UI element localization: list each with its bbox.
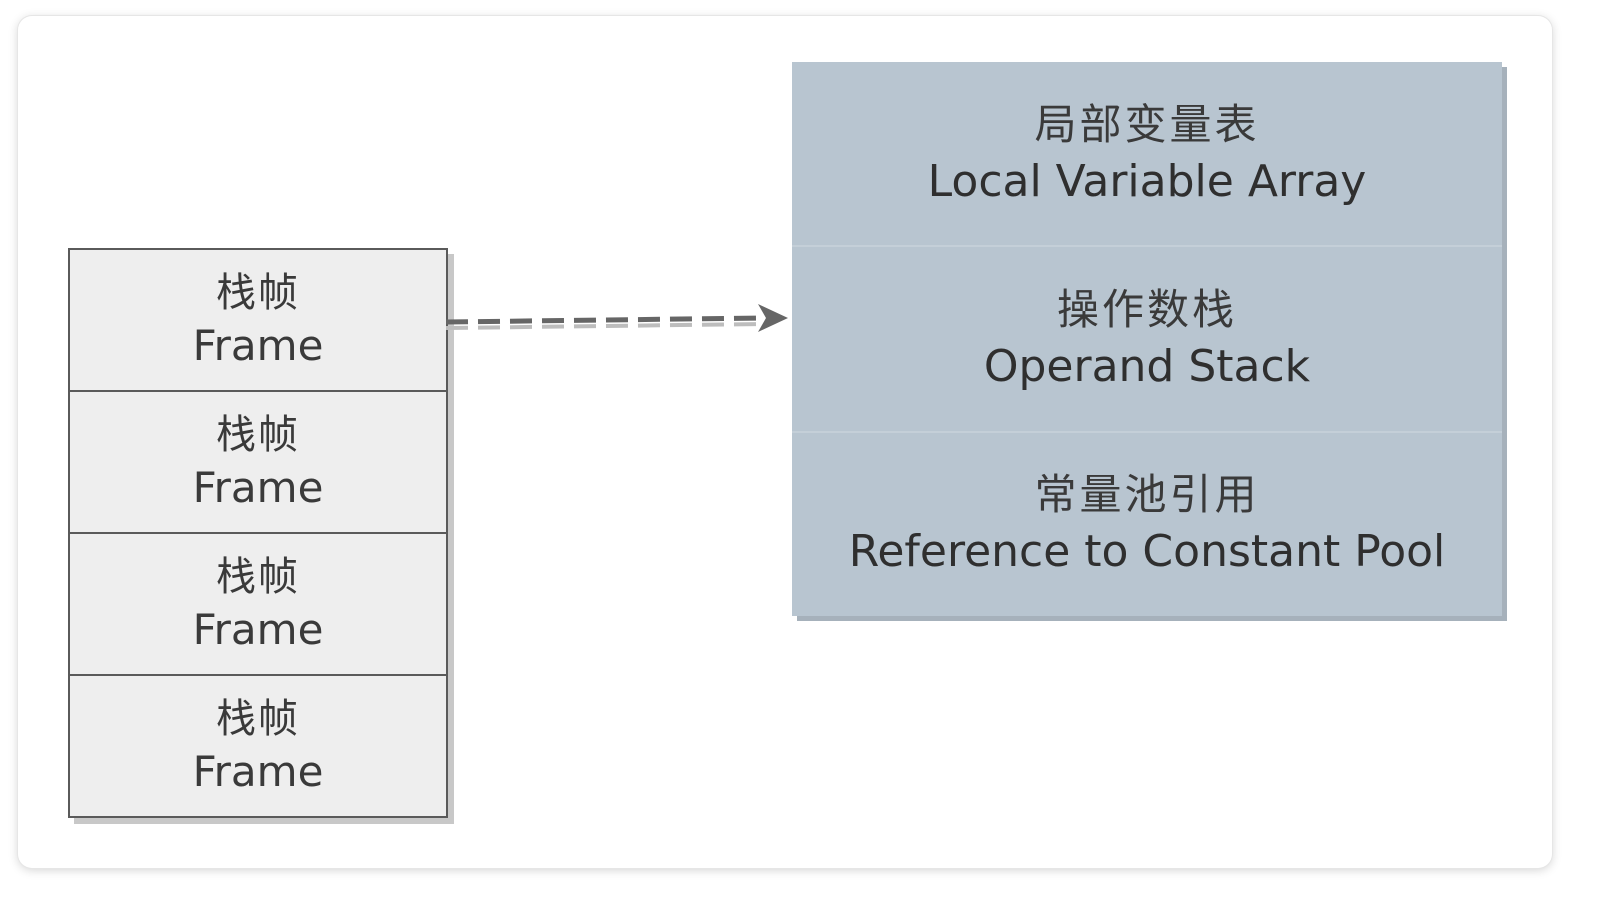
section-label-zh: 局部变量表	[1034, 99, 1260, 149]
dashed-line	[446, 315, 765, 325]
frame-label-en: Frame	[192, 463, 324, 512]
frame-label-en: Frame	[192, 605, 324, 654]
section-label-zh: 操作数栈	[1056, 284, 1237, 334]
constant-pool-reference-section: 常量池引用 Reference to Constant Pool	[792, 430, 1502, 616]
stack-frame-1: 栈帧 Frame	[68, 248, 448, 392]
local-variable-array-section: 局部变量表 Local Variable Array	[792, 62, 1502, 245]
frame-label-en: Frame	[192, 321, 324, 370]
stack-frame-4: 栈帧 Frame	[68, 674, 448, 818]
frame-label-zh: 栈帧	[216, 412, 300, 458]
arrowhead-icon	[758, 304, 788, 332]
stack-frame-3: 栈帧 Frame	[68, 532, 448, 676]
section-label-en: Operand Stack	[983, 340, 1311, 392]
operand-stack-section: 操作数栈 Operand Stack	[792, 245, 1502, 430]
section-label-en: Reference to Constant Pool	[848, 526, 1446, 578]
frame-label-en: Frame	[192, 747, 324, 796]
frame-label-zh: 栈帧	[216, 696, 300, 742]
frame-stack: 栈帧 Frame 栈帧 Frame 栈帧 Frame 栈帧 Frame	[68, 248, 448, 818]
dashed-line-shadow	[446, 322, 765, 330]
frame-label-zh: 栈帧	[216, 270, 300, 316]
stack-frame-2: 栈帧 Frame	[68, 390, 448, 534]
frame-label-zh: 栈帧	[216, 554, 300, 600]
section-label-zh: 常量池引用	[1034, 470, 1260, 520]
frame-detail-box: 局部变量表 Local Variable Array 操作数栈 Operand …	[792, 62, 1502, 616]
section-label-en: Local Variable Array	[927, 155, 1367, 207]
dashed-arrow-connector	[446, 304, 788, 332]
